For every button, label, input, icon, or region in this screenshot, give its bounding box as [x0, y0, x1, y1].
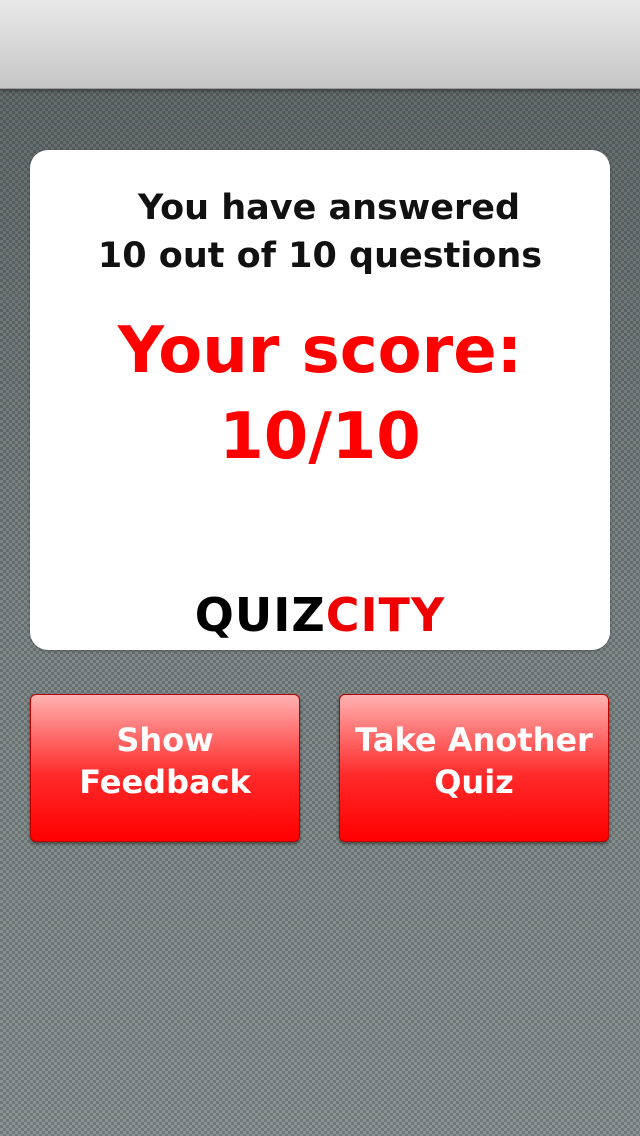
navigation-bar	[0, 0, 640, 89]
answered-line-1: You have answered	[137, 188, 521, 228]
answered-line-2: 10 out of 10 questions	[97, 236, 543, 276]
take-another-quiz-button[interactable]: Take Another Quiz	[339, 694, 609, 842]
score-display: Your score: 10/10	[30, 308, 610, 480]
show-feedback-label-line-2: Feedback	[79, 763, 251, 801]
score-label: Your score:	[117, 314, 523, 388]
logo-quiz: QUIZ	[194, 588, 326, 642]
logo-city: CITY	[325, 588, 446, 642]
take-another-label-line-1: Take Another	[355, 721, 593, 759]
show-feedback-label-line-1: Show	[116, 721, 214, 759]
score-value: 10/10	[219, 400, 421, 474]
quizcity-logo: QUIZCITY	[30, 590, 610, 640]
answered-summary: You have answered 10 out of 10 questions	[30, 184, 610, 280]
take-another-label-line-2: Quiz	[434, 763, 514, 801]
show-feedback-button[interactable]: Show Feedback	[30, 694, 300, 842]
result-card: You have answered 10 out of 10 questions…	[30, 150, 610, 650]
